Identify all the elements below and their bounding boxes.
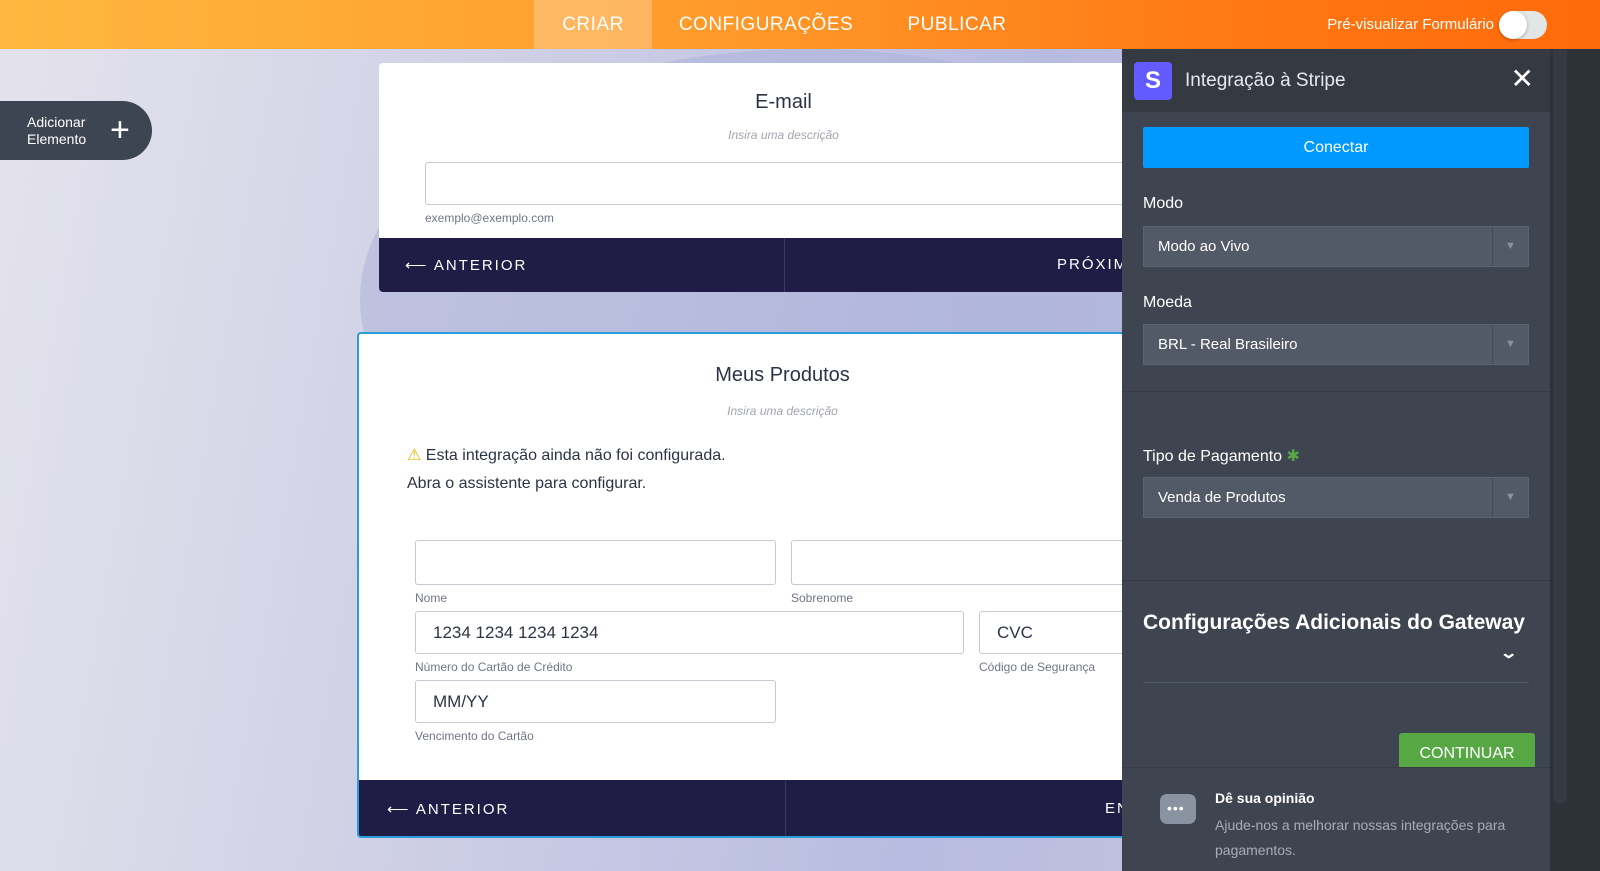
- gateway-settings-title[interactable]: Configurações Adicionais do Gateway: [1143, 611, 1525, 635]
- tab-configuracoes[interactable]: CONFIGURAÇÕES: [664, 0, 868, 49]
- email-card[interactable]: E-mail Insira uma descrição exemplo@exem…: [379, 63, 1122, 292]
- arrow-left-icon: ⟵: [405, 257, 434, 274]
- currency-value: BRL - Real Brasileiro: [1158, 336, 1298, 353]
- add-element-button[interactable]: Adicionar Elemento +: [0, 101, 152, 160]
- products-prev-button[interactable]: ⟵ ANTERIOR: [387, 800, 509, 818]
- cvc-input[interactable]: CVC: [979, 611, 1122, 654]
- close-icon[interactable]: ✕: [1511, 65, 1534, 93]
- chevron-down-icon: ▼: [1492, 325, 1528, 364]
- products-title: Meus Produtos: [715, 364, 850, 386]
- cvc-placeholder: CVC: [997, 622, 1033, 642]
- panel-scrollbar[interactable]: [1550, 49, 1568, 871]
- arrow-left-icon: ⟵: [387, 801, 416, 818]
- tab-publicar[interactable]: PUBLICAR: [890, 0, 1024, 49]
- last-name-input[interactable]: [791, 540, 1122, 585]
- mode-value: Modo ao Vivo: [1158, 238, 1250, 255]
- panel-title: Integração à Stripe: [1185, 70, 1346, 91]
- first-name-input[interactable]: [415, 540, 776, 585]
- continue-button[interactable]: CONTINUAR: [1399, 733, 1535, 767]
- expiry-input[interactable]: MM/YY: [415, 680, 776, 723]
- currency-select[interactable]: BRL - Real Brasileiro ▼: [1143, 324, 1529, 365]
- products-card[interactable]: Meus Produtos Insira uma descrição ⚠ Est…: [357, 332, 1122, 838]
- add-element-label-2: Elemento: [27, 131, 87, 147]
- prev-label: ANTERIOR: [433, 257, 528, 274]
- email-nav-bar: ⟵ ANTERIOR PRÓXIM: [379, 238, 1122, 292]
- mode-select[interactable]: Modo ao Vivo ▼: [1143, 226, 1529, 267]
- products-submit-button[interactable]: EN: [1105, 800, 1122, 817]
- chevron-down-icon: ▼: [1492, 227, 1528, 266]
- warning-line-2: Abra o assistente para configurar.: [407, 475, 647, 492]
- card-number-label: Número do Cartão de Crédito: [415, 660, 573, 674]
- products-nav-bar: ⟵ ANTERIOR EN: [359, 780, 1122, 836]
- products-description: Insira uma descrição: [727, 404, 838, 418]
- toggle-knob: [1499, 11, 1527, 39]
- email-sublabel: exemplo@exemplo.com: [425, 211, 554, 225]
- email-title: E-mail: [755, 91, 812, 113]
- panel-header: S Integração à Stripe ✕: [1122, 49, 1550, 112]
- feedback-title: Dê sua opinião: [1215, 790, 1315, 806]
- stripe-logo: S: [1134, 62, 1172, 100]
- currency-label: Moeda: [1143, 294, 1192, 311]
- add-element-label-1: Adicionar: [27, 114, 86, 130]
- email-prev-button[interactable]: ⟵ ANTERIOR: [405, 256, 527, 274]
- right-edge: [1568, 49, 1600, 871]
- warning-line-1: Esta integração ainda não foi configurad…: [425, 447, 726, 464]
- expiry-label: Vencimento do Cartão: [415, 729, 534, 743]
- plus-icon: +: [110, 111, 130, 149]
- integration-warning: ⚠ Esta integração ainda não foi configur…: [407, 442, 726, 498]
- tab-criar[interactable]: CRIAR: [534, 0, 652, 49]
- prev-label: ANTERIOR: [415, 801, 510, 818]
- mode-label: Modo: [1143, 195, 1184, 212]
- payment-type-value: Venda de Produtos: [1158, 489, 1286, 506]
- nav-divider: [784, 238, 785, 292]
- chevron-down-icon: ▼: [1492, 478, 1528, 517]
- card-number-input[interactable]: 1234 1234 1234 1234: [415, 611, 964, 654]
- payment-type-select[interactable]: Venda de Produtos ▼: [1143, 477, 1529, 518]
- feedback-section[interactable]: ••• Dê sua opinião Ajude-nos a melhorar …: [1122, 767, 1550, 871]
- divider: [1122, 580, 1550, 581]
- chat-bubble-icon: •••: [1160, 794, 1196, 824]
- scrollbar-thumb[interactable]: [1553, 49, 1567, 804]
- stripe-integration-panel: S Integração à Stripe ✕ Conectar Modo Mo…: [1122, 49, 1550, 871]
- payment-type-label: Tipo de Pagamento ✱: [1143, 448, 1300, 465]
- card-number-placeholder: 1234 1234 1234 1234: [433, 622, 599, 642]
- email-description: Insira uma descrição: [728, 128, 839, 142]
- divider: [1143, 682, 1529, 683]
- email-next-button[interactable]: PRÓXIM: [1057, 256, 1122, 273]
- chevron-down-icon[interactable]: ⌄: [1499, 643, 1518, 663]
- first-name-label: Nome: [415, 591, 448, 605]
- required-star-icon: ✱: [1286, 448, 1300, 465]
- divider: [1122, 391, 1550, 392]
- email-input[interactable]: [425, 162, 1122, 205]
- nav-divider: [785, 780, 786, 836]
- preview-toggle[interactable]: [1499, 11, 1547, 39]
- connect-button[interactable]: Conectar: [1143, 127, 1529, 168]
- preview-label: Pré-visualizar Formulário: [1327, 16, 1494, 33]
- expiry-placeholder: MM/YY: [433, 691, 489, 711]
- warning-icon: ⚠: [407, 447, 422, 464]
- feedback-description: Ajude-nos a melhorar nossas integrações …: [1215, 817, 1506, 858]
- last-name-label: Sobrenome: [791, 591, 854, 605]
- top-bar: CRIAR CONFIGURAÇÕES PUBLICAR Pré-visuali…: [0, 0, 1600, 49]
- cvc-label: Código de Segurança: [979, 660, 1096, 674]
